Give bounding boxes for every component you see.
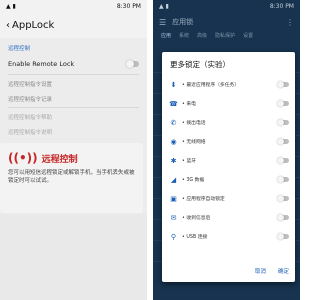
screen: ▲ ▮ 8:30 PM ‹ AppLock 远程控制 Enable Remote… bbox=[0, 0, 300, 300]
dialog-title: 更多锁定（实验） bbox=[170, 60, 230, 69]
dialog-item-label: • 无线网络 bbox=[182, 140, 206, 145]
tab-advanced[interactable]: 高级 bbox=[197, 32, 207, 39]
cancel-button[interactable]: 取消 bbox=[255, 267, 266, 275]
section-remote-control: 远程控制 bbox=[8, 46, 31, 52]
divider bbox=[8, 107, 139, 108]
dialog-item[interactable]: ✱ • 蓝牙 bbox=[162, 151, 295, 170]
dialog-item-toggle[interactable] bbox=[277, 195, 289, 202]
back-icon[interactable]: ‹ bbox=[6, 20, 10, 31]
remote-record-label: 远程控制指令记录 bbox=[8, 96, 53, 103]
remote-control-card: ((•)) 远程控制 您可以用短信远程锁定或解锁手机，当手机丢失或被锁定时可以试… bbox=[0, 143, 143, 213]
left-status-bar: ▲ ▮ 8:30 PM bbox=[0, 0, 147, 12]
tab-settings[interactable]: 设置 bbox=[243, 32, 253, 39]
dialog-item[interactable]: ✆ • 拨出电话 bbox=[162, 113, 295, 132]
right-status-icons: ▲ ▮ bbox=[159, 2, 169, 10]
enable-remote-lock-label: Enable Remote Lock bbox=[8, 60, 75, 68]
dialog-item-list: ⬇ • 最近应用程序（多任务） ☎ • 来电 ✆ • 拨出电话 ◉ • 无线网络 ✱ • 蓝牙 ◢ •… bbox=[162, 75, 295, 246]
more-locks-dialog: 更多锁定（实验） ⬇ • 最近应用程序（多任务） ☎ • 来电 ✆ • 拨出电话 ◉ • 无线… bbox=[162, 52, 295, 282]
right-tab-bar: 应用 系统 高级 隐私保护 设置 bbox=[153, 32, 300, 42]
left-app-title: AppLock bbox=[12, 19, 55, 31]
signal-icon: ◢ bbox=[170, 175, 177, 184]
ok-button[interactable]: 确定 bbox=[278, 267, 289, 275]
card-title-text: 远程控制 bbox=[41, 154, 78, 165]
enable-remote-lock-row[interactable]: Enable Remote Lock bbox=[0, 55, 147, 73]
dialog-item[interactable]: ⬇ • 最近应用程序（多任务） bbox=[162, 75, 295, 94]
dialog-item-toggle[interactable] bbox=[277, 233, 289, 240]
dialog-item-label: • 拨出电话 bbox=[182, 121, 206, 126]
dialog-item-toggle[interactable] bbox=[277, 119, 289, 126]
remote-record-row[interactable]: 远程控制指令记录 bbox=[0, 91, 147, 106]
right-status-time: 8:30 PM bbox=[269, 2, 294, 10]
card-title: ((•)) 远程控制 bbox=[8, 151, 78, 165]
left-app-header: ‹ AppLock bbox=[0, 12, 147, 38]
divider bbox=[8, 74, 139, 75]
dialog-item-label: • 蓝牙 bbox=[182, 159, 196, 164]
dialog-item-toggle[interactable] bbox=[277, 100, 289, 107]
dialog-buttons: 取消 确定 bbox=[255, 267, 289, 275]
left-status-icons: ▲ ▮ bbox=[6, 2, 16, 10]
dialog-item[interactable]: ▣ • 应用程序自动锁定 bbox=[162, 189, 295, 208]
left-phone: ▲ ▮ 8:30 PM ‹ AppLock 远程控制 Enable Remote… bbox=[0, 0, 147, 300]
enable-remote-lock-toggle[interactable] bbox=[126, 60, 139, 68]
remote-setting-row[interactable]: 远程控制指令设置 bbox=[0, 76, 147, 91]
antenna-icon: ((•)) bbox=[8, 151, 38, 165]
tab-system[interactable]: 系统 bbox=[179, 32, 189, 39]
dialog-item-label: • 应用程序自动锁定 bbox=[182, 197, 225, 202]
remote-info-label: 远程控制指令说明 bbox=[8, 129, 53, 136]
dialog-item[interactable]: ◉ • 无线网络 bbox=[162, 132, 295, 151]
app-icon: ▣ bbox=[170, 194, 177, 203]
download-icon: ⬇ bbox=[170, 80, 177, 89]
remote-help-row[interactable]: 远程控制指令帮助 bbox=[0, 109, 147, 124]
card-description: 您可以用短信远程锁定或解锁手机，当手机丢失或被锁定时可以试试。 bbox=[8, 170, 135, 184]
remote-info-row[interactable]: 远程控制指令说明 bbox=[0, 124, 147, 139]
overflow-menu-icon[interactable]: ⋮ bbox=[286, 18, 294, 27]
usb-icon: ⚲ bbox=[170, 232, 177, 241]
right-phone: ▲ ▮ 8:30 PM ☰ 应用锁 ⋮ 应用 系统 高级 隐私保护 设置 更多锁… bbox=[153, 0, 300, 300]
remote-setting-label: 远程控制指令设置 bbox=[8, 81, 53, 88]
dialog-item-toggle[interactable] bbox=[277, 138, 289, 145]
sms-icon: ✉ bbox=[170, 213, 177, 222]
dialog-item[interactable]: ◢ • 3G 数据 bbox=[162, 170, 295, 189]
dialog-item[interactable]: ✉ • 收到信息后 bbox=[162, 208, 295, 227]
wifi-icon: ◉ bbox=[170, 137, 177, 146]
dialog-item-toggle[interactable] bbox=[277, 176, 289, 183]
remote-help-label: 远程控制指令帮助 bbox=[8, 114, 53, 121]
tab-privacy[interactable]: 隐私保护 bbox=[215, 32, 235, 39]
dialog-item-toggle[interactable] bbox=[277, 214, 289, 221]
tab-apps[interactable]: 应用 bbox=[161, 32, 171, 39]
right-app-title: 应用锁 bbox=[172, 18, 194, 26]
dialog-item[interactable]: ☎ • 来电 bbox=[162, 94, 295, 113]
left-status-time: 8:30 PM bbox=[116, 2, 141, 10]
dialog-item-toggle[interactable] bbox=[277, 81, 289, 88]
dialog-item-toggle[interactable] bbox=[277, 157, 289, 164]
dialog-item-label: • 来电 bbox=[182, 102, 196, 107]
call-icon: ✆ bbox=[170, 118, 177, 127]
dialog-item-label: • 3G 数据 bbox=[182, 178, 205, 183]
dialog-item-label: • USB 连接 bbox=[182, 235, 208, 240]
left-empty-area bbox=[0, 214, 147, 300]
phone-icon: ☎ bbox=[169, 99, 178, 108]
dialog-item[interactable]: ⚲ • USB 连接 bbox=[162, 227, 295, 246]
hamburger-menu-icon[interactable]: ☰ bbox=[159, 18, 166, 27]
right-app-header: ☰ 应用锁 ⋮ bbox=[153, 12, 300, 32]
dialog-item-label: • 最近应用程序（多任务） bbox=[182, 83, 240, 88]
dialog-item-label: • 收到信息后 bbox=[182, 216, 211, 221]
right-status-bar: ▲ ▮ 8:30 PM bbox=[153, 0, 300, 12]
bluetooth-icon: ✱ bbox=[170, 156, 177, 165]
